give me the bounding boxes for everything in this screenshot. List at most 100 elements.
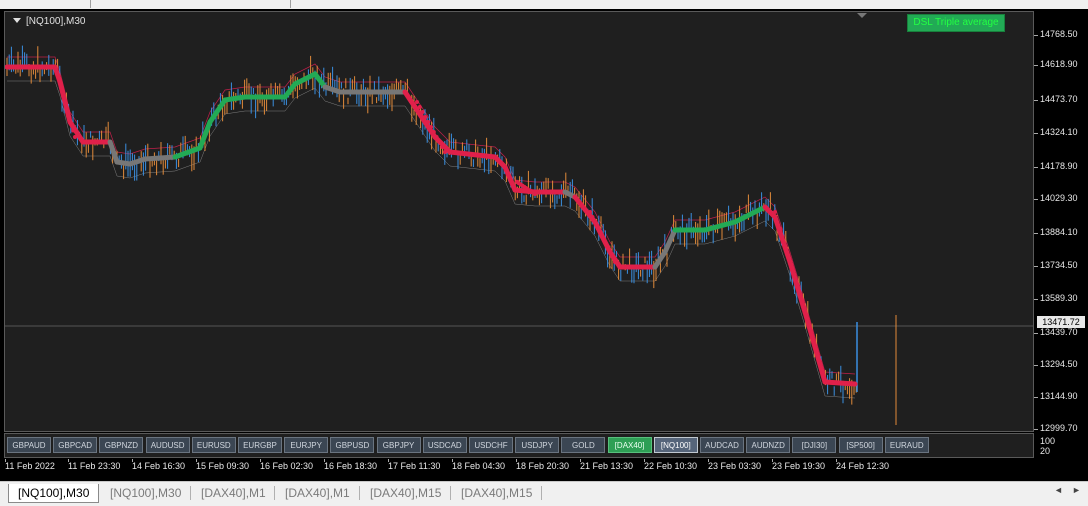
trail-dot xyxy=(610,255,615,259)
symbol-button-gbpusd[interactable]: GBPUSD xyxy=(330,437,375,453)
trail-dot xyxy=(788,260,792,265)
symbol-button-usdjpy[interactable]: USDJPY xyxy=(515,437,560,453)
symbol-button-sp500[interactable]: [SP500] xyxy=(838,437,883,453)
trail-segment xyxy=(292,71,318,87)
tab-separator xyxy=(274,486,275,500)
trail-dot xyxy=(603,240,607,244)
tab-dax40-m15-b[interactable]: [DAX40],M15 xyxy=(452,484,541,502)
scroll-left-icon[interactable]: ◄ xyxy=(1054,485,1063,495)
tab-separator xyxy=(450,486,451,500)
current-price-label: 13471.72 xyxy=(1037,316,1085,328)
trail-dot xyxy=(69,122,74,126)
trail-dot xyxy=(595,225,600,229)
trail-dot xyxy=(598,230,602,234)
price-tick-mark xyxy=(1034,299,1038,300)
price-tick-label: 14618.90 xyxy=(1040,59,1078,69)
tab-dax40-m1-b[interactable]: [DAX40],M1 xyxy=(276,484,359,502)
symbol-button-gbpcad[interactable]: GBPCAD xyxy=(53,437,98,453)
trail-dot xyxy=(533,192,537,196)
symbol-button-audusd[interactable]: AUDUSD xyxy=(145,437,190,453)
trail-segment xyxy=(822,379,858,387)
symbol-button-dji30[interactable]: [DJI30] xyxy=(792,437,837,453)
trail-dot xyxy=(798,294,802,298)
symbol-button-usdchf[interactable]: USDCHF xyxy=(469,437,513,453)
trail-dot xyxy=(808,327,812,332)
sub-axis-top: 100 xyxy=(1040,436,1056,446)
symbol-button-dax40[interactable]: [DAX40] xyxy=(607,437,652,453)
trail-dot xyxy=(71,128,76,133)
trail-dot xyxy=(417,105,422,109)
price-tick-label: 14324.10 xyxy=(1040,127,1078,137)
dropdown-triangle-icon[interactable] xyxy=(13,18,21,23)
tab-nq100-m30[interactable]: [NQ100],M30 xyxy=(101,484,190,502)
time-tick-label: 14 Feb 16:30 xyxy=(132,461,186,471)
symbol-button-audcad[interactable]: AUDCAD xyxy=(700,437,744,453)
time-tick-label: 16 Feb 02:30 xyxy=(260,461,314,471)
price-tick-mark xyxy=(1034,429,1038,430)
trail-dot xyxy=(62,96,67,100)
price-tick-label: 13144.90 xyxy=(1040,391,1078,401)
time-axis[interactable]: 11 Feb 2022 11 Feb 23:30 14 Feb 16:30 15 Fe… xyxy=(0,459,1088,481)
scroll-right-icon[interactable]: ► xyxy=(1072,485,1081,495)
trail-dot xyxy=(773,210,777,214)
symbol-button-gbpjpy[interactable]: GBPJPY xyxy=(376,437,421,453)
symbol-button-gbpnzd[interactable]: GBPNZD xyxy=(99,437,144,453)
time-tick-label: 16 Feb 18:30 xyxy=(324,461,378,471)
price-tick-mark xyxy=(1034,266,1038,267)
toolbar-separator xyxy=(290,0,291,8)
trail-dot xyxy=(778,226,782,231)
time-tick-label: 18 Feb 04:30 xyxy=(452,461,506,471)
trail-dot xyxy=(605,245,610,249)
trail-dot xyxy=(429,125,433,129)
trail-dot xyxy=(793,277,797,282)
tab-separator xyxy=(359,486,360,500)
price-tick-mark xyxy=(1034,333,1038,334)
chart-symbol-text: [NQ100],M30 xyxy=(26,16,86,27)
price-chart-svg xyxy=(5,45,1033,425)
price-tick-label: 13734.50 xyxy=(1040,260,1078,270)
tab-separator xyxy=(190,486,191,500)
symbol-button-usdcad[interactable]: USDCAD xyxy=(422,437,467,453)
price-tick-label: 14178.90 xyxy=(1040,161,1078,171)
symbol-button-eurgbp[interactable]: EURGBP xyxy=(238,437,282,453)
time-tick-label: 18 Feb 20:30 xyxy=(516,461,570,471)
toolbar-separator xyxy=(90,0,91,8)
price-tick-label: 13589.30 xyxy=(1040,293,1078,303)
symbol-button-audnzd[interactable]: AUDNZD xyxy=(746,437,791,453)
tab-dax40-m15[interactable]: [DAX40],M15 xyxy=(361,484,450,502)
trail-dot xyxy=(818,361,822,366)
symbol-button-gold[interactable]: GOLD xyxy=(561,437,606,453)
trail-dot xyxy=(55,70,59,74)
trail-segment xyxy=(447,149,498,160)
trail-dot xyxy=(426,120,431,124)
trail-dot xyxy=(434,135,439,139)
trail-segment xyxy=(787,259,808,315)
tab-dax40-m1[interactable]: [DAX40],M1 xyxy=(192,484,275,502)
trail-dot xyxy=(58,83,63,87)
price-tick-mark xyxy=(1034,397,1038,398)
chart-window[interactable]: [NQ100],M30 DSL Triple average 14768.50 1… xyxy=(0,9,1088,481)
collapse-triangle-icon[interactable] xyxy=(857,13,867,18)
trail-dot xyxy=(440,145,445,149)
time-tick-label: 23 Feb 19:30 xyxy=(772,461,826,471)
chart-tabs-bar: [NQ100],M30 [NQ100],M30 [DAX40],M1 [DAX4… xyxy=(0,481,1088,506)
time-tick-label: 21 Feb 13:30 xyxy=(580,461,634,471)
time-tick-label: 24 Feb 12:30 xyxy=(836,461,890,471)
trail-dot xyxy=(443,150,447,154)
trail-dot xyxy=(60,89,65,94)
trail-dot xyxy=(803,310,807,315)
symbol-button-nq100[interactable]: [NQ100] xyxy=(653,437,698,453)
indicator-label[interactable]: DSL Triple average xyxy=(907,14,1005,32)
tab-nq100-m30-active[interactable]: [NQ100],M30 xyxy=(8,484,100,503)
price-axis[interactable]: 14768.50 14618.90 14473.70 14324.10 14178.90… xyxy=(1034,9,1088,459)
symbol-button-eurjpy[interactable]: EURJPY xyxy=(284,437,329,453)
price-chart-area[interactable]: [NQ100],M30 DSL Triple average xyxy=(4,11,1034,432)
price-tick-mark xyxy=(1034,65,1038,66)
symbol-button-gbpaud[interactable]: GBPAUD xyxy=(7,437,51,453)
price-tick-label: 12999.70 xyxy=(1040,423,1078,433)
trail-dot xyxy=(590,215,595,219)
price-tick-mark xyxy=(1034,199,1038,200)
symbol-button-euraud[interactable]: EURAUD xyxy=(884,437,929,453)
symbol-button-eurusd[interactable]: EURUSD xyxy=(191,437,236,453)
price-tick-mark xyxy=(1034,365,1038,366)
